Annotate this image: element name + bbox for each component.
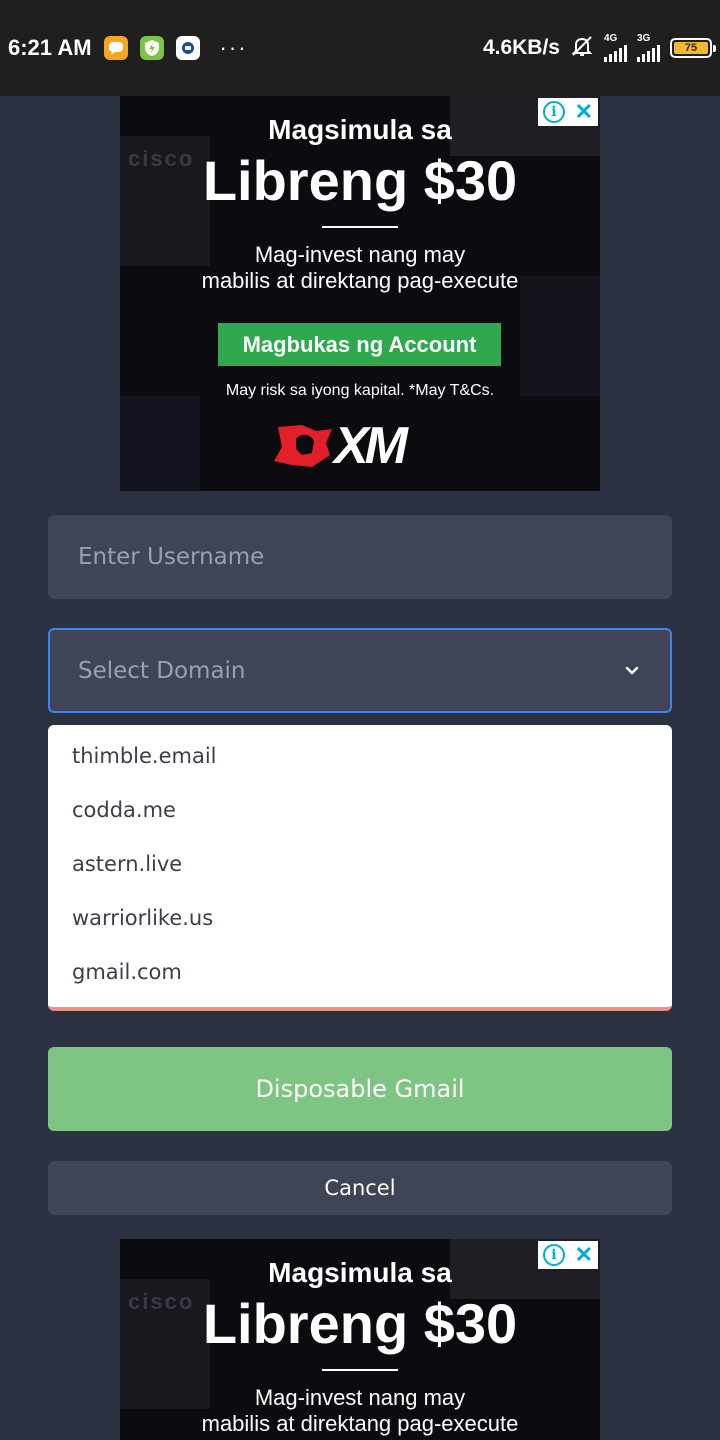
net-speed: 4.6KB/s [482,36,560,59]
more-notifications-icon: ··· [219,35,248,60]
ad-title-line2: Libreng $30 [202,1292,518,1355]
xm-logo: XM [272,417,452,475]
username-input[interactable] [48,515,672,599]
status-bar: 6:21 AM ··· 4.6KB/s 4G 3G 75 [0,0,720,96]
ad-divider [322,1369,398,1371]
status-right: 4.6KB/s 4G 3G 75 [482,34,716,62]
domain-dropdown-list: thimble.email codda.me astern.live warri… [48,725,672,1011]
ad-banner-top[interactable]: cisco i ✕ Magsimula sa Libreng $30 Mag-i… [120,96,600,491]
status-time: 6:21 AM [8,35,92,60]
signal-bars-icon [637,44,660,62]
domain-option[interactable]: gmail.com [48,945,672,999]
ad-banner-bottom[interactable]: cisco i ✕ Magsimula sa Libreng $30 Mag-i… [120,1239,600,1440]
ad-title-line1: Magsimula sa [268,1257,452,1288]
chevron-down-icon [622,661,642,681]
domain-select-placeholder: Select Domain [78,657,246,684]
ad-title-line2: Libreng $30 [202,149,518,212]
bull-logo-icon [274,425,332,467]
ad-disclaimer: May risk sa iyong kapital. *May T&Cs. [225,382,495,399]
signal-4g: 4G [604,34,627,62]
domain-select[interactable]: Select Domain [48,628,672,713]
cancel-button[interactable]: Cancel [48,1161,672,1215]
payment-icon [175,36,200,60]
bell-muted-icon [570,34,594,62]
domain-option[interactable]: astern.live [48,837,672,891]
signal-3g: 3G [637,34,660,62]
ad-subtitle: Mag-invest nang may mabilis at direktang… [201,242,519,293]
ad-subtitle: Mag-invest nang may mabilis at direktang… [201,1385,519,1436]
domain-option[interactable]: warriorlike.us [48,891,672,945]
signal-bars-icon [604,44,627,62]
ad-divider [322,226,398,228]
ad-cta-button[interactable]: Magbukas ng Account [218,323,501,366]
message-icon [103,36,128,60]
battery-icon: 75 [670,38,716,58]
ad-title-line1: Magsimula sa [268,114,452,145]
disposable-gmail-button[interactable]: Disposable Gmail [48,1047,672,1131]
shield-icon [139,36,164,60]
domain-option[interactable]: thimble.email [48,729,672,783]
domain-option[interactable]: codda.me [48,783,672,837]
battery-level: 75 [674,42,708,54]
